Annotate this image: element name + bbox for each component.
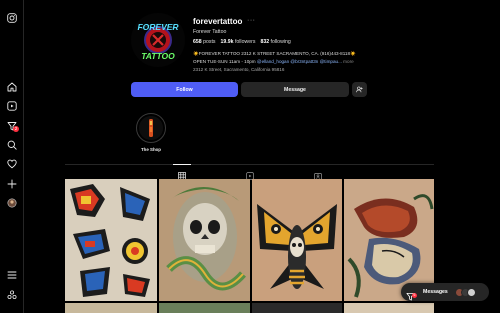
search-icon[interactable] [7,140,17,150]
posts-stat[interactable]: 658 posts [193,39,216,45]
reels-tab-icon[interactable] [246,167,254,180]
profile-avatar[interactable]: FOREVER TATTOO [131,13,185,67]
heart-icon[interactable] [7,159,17,169]
profile-address[interactable]: 2312 K Street, Sacramento, California 95… [193,67,284,72]
following-label: following [270,39,291,45]
profile-avatar-icon[interactable] [7,198,17,208]
followers-stat[interactable]: 19.9k followers [221,39,256,45]
follow-button[interactable]: Follow [131,82,238,97]
followers-label: followers [234,39,256,45]
following-count: 832 [260,39,270,45]
add-person-icon [356,86,363,93]
post-thumbnail[interactable] [344,303,434,313]
avatar-logo-top: FOREVER [137,22,179,32]
avatar [466,287,476,297]
create-icon[interactable] [7,179,17,189]
profile-full-name: Forever Tattoo [193,29,227,35]
post-thumbnail[interactable] [159,303,250,313]
posts-grid [65,179,434,313]
tabs-divider [65,164,434,165]
grid-icon[interactable] [178,167,186,180]
bio-line-2: OPEN TUE-SUN 11am - 10pm @elland_hogan @… [193,59,354,64]
post-thumbnail[interactable] [65,303,157,313]
reels-icon[interactable] [7,101,17,111]
highlight-the-shop[interactable] [136,113,166,143]
messages-label: Messages [423,289,448,295]
profile-username: forevertattoo [193,17,243,26]
messages-badge: 6 [412,292,417,298]
menu-icon[interactable] [7,270,17,280]
followers-count: 19.9k [220,39,234,45]
suggested-accounts-button[interactable] [352,82,367,97]
post-thumbnail[interactable] [252,303,342,313]
avatar-logo-bottom: TATTOO [141,51,175,61]
bio-hours: OPEN TUE-SUN 11am - 10pm [193,59,257,64]
more-options-button[interactable]: ··· [247,17,256,24]
notifications-badge: 2 [13,126,19,132]
left-sidebar: 2 [0,0,24,313]
messages-bar[interactable]: 6 Messages [401,283,489,301]
profile-stats: 658 posts 19.9k followers 832 following [193,39,291,45]
bio-line-1: ☀️FOREVER TATTOO 2312 K STREET SACRAMENT… [193,51,356,56]
bio-mentions-link[interactable]: @elland_hogan @br3ntpatt3n @timpau... [257,59,342,64]
bio-more-link[interactable]: more [342,59,353,64]
post-thumbnail[interactable] [159,179,250,301]
post-thumbnail[interactable] [65,179,157,301]
posts-label: posts [203,39,216,45]
messages-avatars [454,287,476,297]
tagged-icon[interactable] [314,167,322,180]
instagram-icon[interactable] [7,13,17,23]
threads-icon[interactable] [7,290,17,300]
highlight-thumbnail [139,116,163,140]
active-tab-indicator [173,164,191,165]
post-thumbnail[interactable] [252,179,342,301]
message-button[interactable]: Message [241,82,349,97]
posts-count: 658 [193,39,202,45]
messages-icon: 6 [406,288,417,301]
highlight-label: The Shop [140,147,161,152]
following-stat[interactable]: 832 following [260,39,290,45]
home-icon[interactable] [7,82,17,92]
